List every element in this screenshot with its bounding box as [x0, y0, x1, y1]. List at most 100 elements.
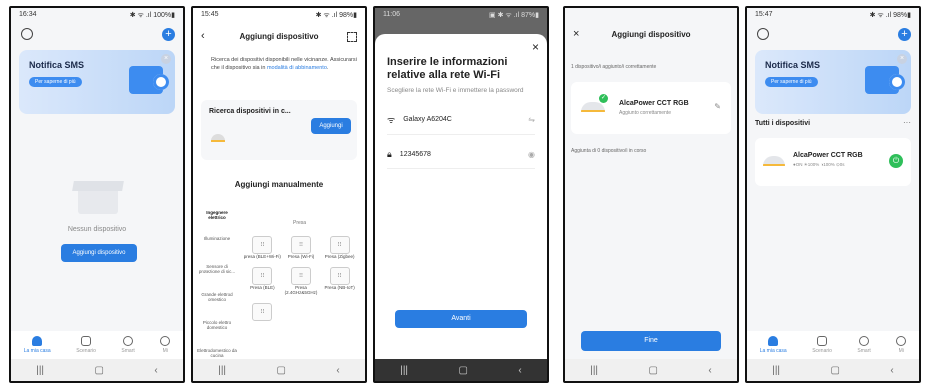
- done-button[interactable]: Fine: [581, 331, 721, 351]
- tab-me[interactable]: Mi: [896, 336, 907, 354]
- back-icon[interactable]: ‹: [336, 365, 339, 376]
- home-nav-icon[interactable]: ▢: [95, 365, 104, 376]
- home-nav-icon[interactable]: ▢: [277, 365, 286, 376]
- device-card: ✓ AlcaPower CCT RGB Aggiunto correttamen…: [571, 82, 731, 134]
- banner-close-icon[interactable]: ×: [897, 54, 907, 64]
- tab-me[interactable]: Mi: [160, 336, 171, 354]
- tab-label: Mi: [898, 348, 904, 354]
- add-plus-icon[interactable]: +: [898, 28, 911, 41]
- recents-icon[interactable]: |||: [772, 365, 780, 376]
- status-time: 16:34: [19, 11, 37, 18]
- edit-icon[interactable]: ✎: [714, 102, 721, 111]
- empty-message: Nessun dispositivo: [67, 226, 127, 233]
- category-item[interactable]: Illuminazione: [197, 236, 237, 264]
- banner-learn-more-button[interactable]: Per saperne di più: [765, 77, 818, 87]
- recents-icon[interactable]: |||: [218, 365, 226, 376]
- home-icon: [32, 336, 43, 346]
- category-item[interactable]: Piccolo elettro domestico: [197, 320, 237, 348]
- system-nav-bar: ||| ▢ ‹: [193, 359, 365, 381]
- category-item[interactable]: Sensore di protezione di sic...: [197, 264, 237, 292]
- more-icon[interactable]: ···: [903, 118, 911, 127]
- ssid-value: Galaxy A6204C: [403, 116, 452, 123]
- category-item[interactable]: Grande elettrod omestico: [197, 292, 237, 320]
- eye-icon[interactable]: ◉: [528, 150, 535, 159]
- device-item[interactable]: ⁝⁝: [243, 303, 282, 321]
- sms-banner[interactable]: Notifica SMS Per saperne di più ×: [19, 50, 175, 114]
- plug-icon: ⁝⁝: [290, 267, 311, 285]
- wifi-modal: × Inserire le informazioni relative alla…: [375, 34, 547, 359]
- status-time: 15:47: [755, 11, 773, 18]
- tab-scenario[interactable]: Scenario: [76, 336, 96, 354]
- screen-device-added: × Aggiungi dispositivo 1 dispositivo/i a…: [563, 6, 739, 383]
- home-nav-icon[interactable]: ▢: [459, 365, 468, 376]
- recents-icon[interactable]: |||: [400, 365, 408, 376]
- device-card[interactable]: AlcaPower CCT RGB ●ON ☀100% ◑100% ⊙0s ⏻: [755, 138, 911, 186]
- device-status: Aggiunto correttamente: [619, 110, 671, 116]
- home-nav-icon[interactable]: ▢: [831, 365, 840, 376]
- sms-banner[interactable]: Notifica SMS Per saperne di più ×: [755, 50, 911, 114]
- tab-bar: La mia casa Scenario Smart Mi: [747, 331, 919, 359]
- device-item[interactable]: ⁝⁝ Presa (Zigbee): [320, 236, 359, 259]
- status-icons: ✱ ᯤ .ıl 98%▮: [315, 12, 357, 19]
- page-title: Aggiungi dispositivo: [239, 32, 319, 41]
- status-time: 11:06: [383, 11, 400, 18]
- add-device-button[interactable]: Aggiungi dispositivo: [61, 244, 137, 262]
- power-toggle-icon[interactable]: ⏻: [889, 154, 903, 168]
- lamp-icon: [211, 134, 225, 142]
- add-plus-icon[interactable]: +: [162, 28, 175, 41]
- message-bubble-icon: [865, 66, 905, 94]
- back-icon[interactable]: ‹: [708, 365, 711, 376]
- device-item[interactable]: ⁝⁝ Presa (Wi-Fi): [282, 236, 321, 259]
- search-title: Ricerca dispositivi in c...: [209, 108, 291, 115]
- swap-icon[interactable]: ⇋: [528, 115, 535, 124]
- next-button[interactable]: Avanti: [395, 310, 527, 328]
- device-stats: ●ON ☀100% ◑100% ⊙0s: [793, 162, 845, 167]
- recents-icon[interactable]: |||: [36, 365, 44, 376]
- message-bubble-icon: [129, 66, 169, 94]
- recents-icon[interactable]: |||: [590, 365, 598, 376]
- device-label: Presa (Wi-Fi): [287, 254, 315, 259]
- screen-home-empty: 16:34 ✱ ᯤ .ıl 100%▮ + Notifica SMS Per sa…: [9, 6, 185, 383]
- plug-icon: ⁝⁝: [252, 303, 273, 321]
- scan-icon[interactable]: [347, 32, 357, 42]
- device-label: Presa (2.4GHz&5GHz): [284, 285, 318, 295]
- category-item[interactable]: Ingegnere elettrico: [197, 210, 237, 236]
- device-label: Presa (BLE): [250, 285, 275, 290]
- device-item[interactable]: ⁝⁝ presa (BLE+Wi-Fi): [243, 236, 282, 259]
- tab-smart[interactable]: Smart: [121, 336, 135, 354]
- search-card: Ricerca dispositivi in c... Aggiungi: [201, 100, 357, 160]
- wifi-ssid-field[interactable]: ᯤ Galaxy A6204C ⇋: [387, 113, 535, 135]
- tab-bar: La mia casa Scenario Smart Mi: [11, 331, 183, 359]
- back-icon[interactable]: ‹: [154, 365, 157, 376]
- back-icon[interactable]: ‹: [518, 365, 521, 376]
- home-nav-icon[interactable]: ▢: [649, 365, 658, 376]
- tab-label: Smart: [857, 348, 871, 354]
- page-title: Aggiungi dispositivo: [611, 30, 691, 39]
- tab-scenario[interactable]: Scenario: [812, 336, 832, 354]
- tab-smart[interactable]: Smart: [857, 336, 871, 354]
- device-item[interactable]: ⁝⁝ Presa (2.4GHz&5GHz): [282, 267, 321, 295]
- back-icon[interactable]: ‹: [890, 365, 893, 376]
- device-item[interactable]: ⁝⁝ Presa (BLE): [243, 267, 282, 295]
- profile-icon: [160, 336, 171, 346]
- close-icon[interactable]: ×: [532, 40, 539, 54]
- tab-home[interactable]: La mia casa: [760, 336, 787, 354]
- search-add-button[interactable]: Aggiungi: [311, 118, 351, 134]
- password-value: 12345678: [399, 151, 431, 158]
- user-icon[interactable]: [21, 28, 33, 40]
- device-grid: ⁝⁝ presa (BLE+Wi-Fi) ⁝⁝ Presa (Wi-Fi) ⁝⁝ Pr…: [243, 236, 359, 321]
- plug-icon: ⁝⁝: [329, 267, 350, 285]
- category-item[interactable]: Elettrodomestico da cucina: [197, 348, 237, 358]
- tab-home[interactable]: La mia casa: [24, 336, 51, 354]
- banner-learn-more-button[interactable]: Per saperne di più: [29, 77, 82, 87]
- info-text: Ricerca dei dispositivi disponibili nell…: [201, 56, 357, 72]
- device-item[interactable]: ⁝⁝ Presa (NB-IoT): [320, 267, 359, 295]
- info-end: .: [326, 65, 329, 71]
- lamp-icon: [581, 102, 605, 112]
- section-header: Presa: [293, 220, 307, 226]
- modal-title: Inserire le informazioni relative alla r…: [387, 56, 508, 81]
- user-icon[interactable]: [757, 28, 769, 40]
- wifi-password-field[interactable]: 🔒︎ 12345678 ◉: [387, 149, 535, 169]
- banner-close-icon[interactable]: ×: [161, 54, 171, 64]
- pairing-mode-link[interactable]: modalità di abbinamento: [267, 65, 327, 71]
